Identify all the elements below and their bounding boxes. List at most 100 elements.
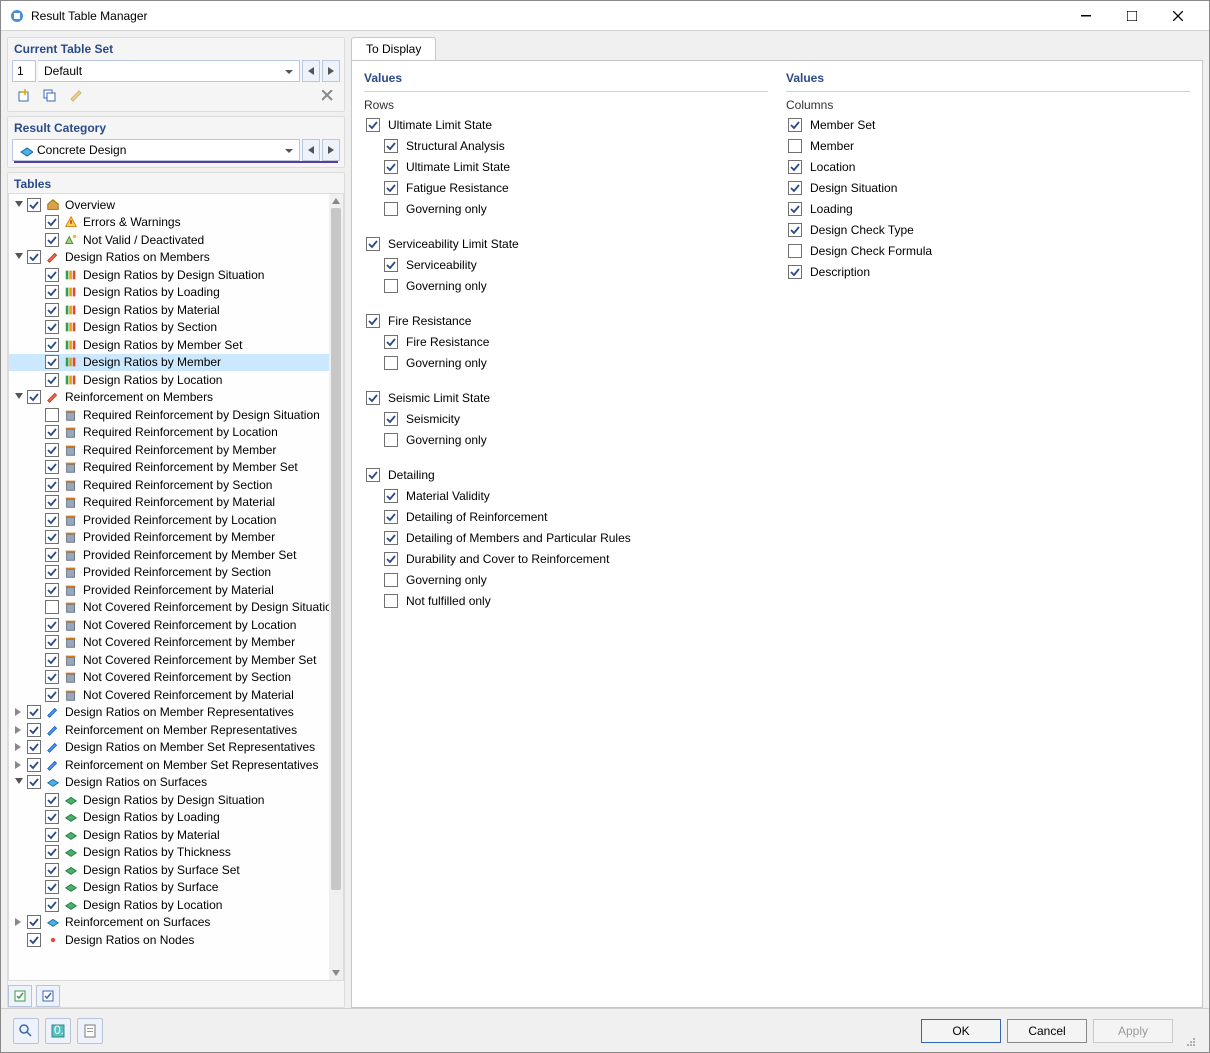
- checkbox[interactable]: [27, 390, 41, 404]
- checkbox[interactable]: [384, 139, 398, 153]
- tree-item[interactable]: Design Ratios by Location: [9, 896, 343, 914]
- group-header[interactable]: Serviceability Limit State: [364, 233, 768, 254]
- option-row[interactable]: Fatigue Resistance: [364, 177, 768, 198]
- group-header[interactable]: Fire Resistance: [364, 310, 768, 331]
- checkbox[interactable]: [45, 373, 59, 387]
- option-row[interactable]: Ultimate Limit State: [364, 156, 768, 177]
- checkbox[interactable]: [45, 425, 59, 439]
- checkbox[interactable]: [366, 237, 380, 251]
- checkbox[interactable]: [45, 530, 59, 544]
- tree-item[interactable]: Not Covered Reinforcement by Location: [9, 616, 343, 634]
- checkbox[interactable]: [384, 412, 398, 426]
- tree-item[interactable]: Design Ratios by Design Situation: [9, 266, 343, 284]
- report-button[interactable]: [77, 1018, 103, 1044]
- tree-item[interactable]: Reinforcement on Surfaces: [9, 914, 343, 932]
- checkbox[interactable]: [27, 740, 41, 754]
- close-button[interactable]: [1155, 1, 1201, 31]
- tree-item[interactable]: Design Ratios by Design Situation: [9, 791, 343, 809]
- checkbox[interactable]: [45, 670, 59, 684]
- option-row[interactable]: Structural Analysis: [364, 135, 768, 156]
- checkbox[interactable]: [45, 215, 59, 229]
- tree-item[interactable]: Design Ratios by Loading: [9, 284, 343, 302]
- checkbox[interactable]: [788, 202, 802, 216]
- chevron-down-icon[interactable]: [13, 393, 25, 401]
- checkbox[interactable]: [45, 355, 59, 369]
- checkbox[interactable]: [27, 933, 41, 947]
- checkbox[interactable]: [366, 468, 380, 482]
- checkbox[interactable]: [384, 573, 398, 587]
- checkbox[interactable]: [788, 118, 802, 132]
- tree-item[interactable]: Design Ratios on Nodes: [9, 931, 343, 949]
- option-row[interactable]: Governing only: [364, 198, 768, 219]
- table-set-select[interactable]: Default: [38, 60, 300, 82]
- chevron-right-icon[interactable]: [13, 726, 25, 734]
- checkbox[interactable]: [45, 303, 59, 317]
- apply-button[interactable]: Apply: [1093, 1019, 1173, 1043]
- select-all-button[interactable]: [8, 985, 32, 1007]
- column-option-row[interactable]: Design Check Type: [786, 219, 1190, 240]
- resize-grip-icon[interactable]: [1183, 1034, 1197, 1048]
- tree-item[interactable]: Not Covered Reinforcement by Section: [9, 669, 343, 687]
- column-option-row[interactable]: Location: [786, 156, 1190, 177]
- checkbox[interactable]: [45, 688, 59, 702]
- tree-item[interactable]: Not Covered Reinforcement by Member Set: [9, 651, 343, 669]
- checkbox[interactable]: [384, 160, 398, 174]
- chevron-right-icon[interactable]: [13, 761, 25, 769]
- minimize-button[interactable]: [1063, 1, 1109, 31]
- tree-item[interactable]: Design Ratios by Location: [9, 371, 343, 389]
- tree-item[interactable]: Design Ratios by Material: [9, 301, 343, 319]
- checkbox[interactable]: [45, 548, 59, 562]
- column-option-row[interactable]: Member Set: [786, 114, 1190, 135]
- chevron-down-icon[interactable]: [13, 253, 25, 261]
- column-option-row[interactable]: Design Check Formula: [786, 240, 1190, 261]
- checkbox[interactable]: [45, 583, 59, 597]
- checkbox[interactable]: [384, 181, 398, 195]
- checkbox[interactable]: [45, 513, 59, 527]
- column-option-row[interactable]: Design Situation: [786, 177, 1190, 198]
- tree-item[interactable]: Provided Reinforcement by Location: [9, 511, 343, 529]
- tree-item[interactable]: Design Ratios by Material: [9, 826, 343, 844]
- checkbox[interactable]: [788, 265, 802, 279]
- chevron-right-icon[interactable]: [13, 708, 25, 716]
- option-row[interactable]: Governing only: [364, 429, 768, 450]
- checkbox[interactable]: [27, 758, 41, 772]
- checkbox[interactable]: [27, 775, 41, 789]
- checkbox[interactable]: [45, 460, 59, 474]
- tree-item[interactable]: Design Ratios by Surface: [9, 879, 343, 897]
- tree-item[interactable]: Errors & Warnings: [9, 214, 343, 232]
- maximize-button[interactable]: [1109, 1, 1155, 31]
- checkbox[interactable]: [45, 320, 59, 334]
- option-row[interactable]: Material Validity: [364, 485, 768, 506]
- tree-item[interactable]: Overview: [9, 196, 343, 214]
- tree-item[interactable]: Not Covered Reinforcement by Material: [9, 686, 343, 704]
- copy-table-set-button[interactable]: [38, 85, 62, 107]
- tree-item[interactable]: Required Reinforcement by Material: [9, 494, 343, 512]
- checkbox[interactable]: [45, 618, 59, 632]
- column-option-row[interactable]: Loading: [786, 198, 1190, 219]
- checkbox[interactable]: [788, 244, 802, 258]
- checkbox[interactable]: [384, 356, 398, 370]
- tree-item[interactable]: Not Covered Reinforcement by Design Situ…: [9, 599, 343, 617]
- checkbox[interactable]: [45, 635, 59, 649]
- tree-item[interactable]: Design Ratios on Members: [9, 249, 343, 267]
- option-row[interactable]: Durability and Cover to Reinforcement: [364, 548, 768, 569]
- option-row[interactable]: Detailing of Members and Particular Rule…: [364, 527, 768, 548]
- search-button[interactable]: [13, 1018, 39, 1044]
- option-row[interactable]: Detailing of Reinforcement: [364, 506, 768, 527]
- chevron-down-icon[interactable]: [13, 778, 25, 786]
- checkbox[interactable]: [384, 552, 398, 566]
- table-set-prev-button[interactable]: [302, 60, 320, 82]
- checkbox[interactable]: [384, 489, 398, 503]
- checkbox[interactable]: [27, 705, 41, 719]
- tree-item[interactable]: Required Reinforcement by Member Set: [9, 459, 343, 477]
- tree-item[interactable]: Provided Reinforcement by Section: [9, 564, 343, 582]
- checkbox[interactable]: [788, 181, 802, 195]
- deselect-all-button[interactable]: [36, 985, 60, 1007]
- new-table-set-button[interactable]: [12, 85, 36, 107]
- tree-item[interactable]: Required Reinforcement by Location: [9, 424, 343, 442]
- checkbox[interactable]: [384, 531, 398, 545]
- option-row[interactable]: Governing only: [364, 352, 768, 373]
- tree-item[interactable]: Design Ratios by Loading: [9, 809, 343, 827]
- option-row[interactable]: Fire Resistance: [364, 331, 768, 352]
- result-category-select[interactable]: Concrete Design: [12, 139, 300, 161]
